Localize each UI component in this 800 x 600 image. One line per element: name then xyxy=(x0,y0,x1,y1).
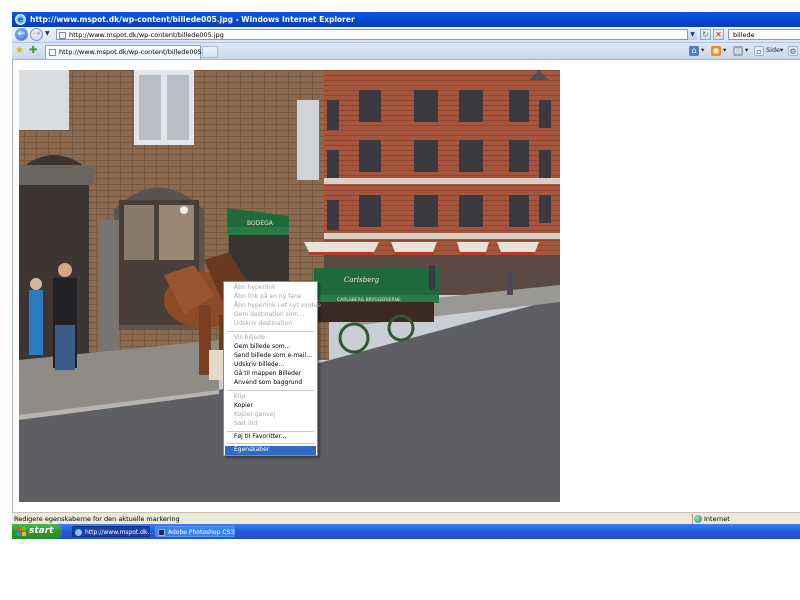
carlsberg-sign-text: Carlsberg xyxy=(344,276,380,284)
menu-item-print-target[interactable]: Udskriv destination xyxy=(225,320,316,329)
add-favorite-icon[interactable]: ✚ xyxy=(29,45,37,56)
search-input[interactable]: billede xyxy=(728,29,800,40)
start-label: start xyxy=(29,526,54,536)
page-dropdown-icon[interactable]: ▾ xyxy=(780,46,783,54)
menu-item-copy[interactable]: Kopier xyxy=(225,402,316,411)
new-tab-button[interactable] xyxy=(202,46,218,58)
menu-item-copy-shortcut[interactable]: Kopier genvej xyxy=(225,411,316,420)
internet-explorer-icon xyxy=(75,529,82,536)
navigation-bar: ← → ▼ http://www.mspot.dk/wp-content/bil… xyxy=(12,27,800,43)
browser-tab[interactable]: http://www.mspot.dk/wp-content/billede00… xyxy=(45,45,214,59)
menu-item-email-picture[interactable]: Send billede som e-mail... xyxy=(225,352,316,361)
favorites-star-icon[interactable]: ★ xyxy=(15,45,24,56)
window-title: http://www.mspot.dk/wp-content/billede00… xyxy=(30,15,355,24)
tab-bar: ★ ✚ http://www.mspot.dk/wp-content/bille… xyxy=(12,43,800,60)
forward-button[interactable]: → xyxy=(30,28,43,41)
address-url[interactable]: http://www.mspot.dk/wp-content/billede00… xyxy=(69,31,224,39)
page-menu-label[interactable]: Side xyxy=(766,46,780,54)
refresh-icon[interactable]: ↻ xyxy=(700,29,711,40)
menu-separator xyxy=(227,331,314,332)
home-dropdown-icon[interactable]: ▾ xyxy=(701,46,704,54)
page-icon xyxy=(59,32,66,39)
tab-title: http://www.mspot.dk/wp-content/billede00… xyxy=(59,48,214,56)
page-menu-icon[interactable]: ▫ xyxy=(754,46,764,56)
taskbar-item-photoshop[interactable]: Adobe Photoshop CS3 xyxy=(155,526,235,537)
menu-item-print-picture[interactable]: Udskriv billede... xyxy=(225,361,316,370)
menu-item-properties[interactable]: Egenskaber xyxy=(225,446,316,455)
history-dropdown-icon[interactable]: ▼ xyxy=(45,30,50,37)
security-zone-label[interactable]: Internet xyxy=(704,515,730,523)
tab-page-icon xyxy=(49,49,56,56)
menu-item-save-target-as[interactable]: Gem destination som... xyxy=(225,311,316,320)
taskbar-item-internet-explorer[interactable]: http://www.mspot.dk... xyxy=(72,526,154,537)
taskbar: start http://www.mspot.dk... Adobe Photo… xyxy=(12,524,800,539)
search-query[interactable]: billede xyxy=(733,31,755,39)
page-content: BODEGA Carlsberg CARLSBERG BRYGGERIERNE xyxy=(12,60,800,512)
menu-item-show-picture[interactable]: Vis billede xyxy=(225,334,316,343)
menu-item-open-hyperlink[interactable]: Åbn hyperlink xyxy=(225,284,316,293)
menu-item-paste[interactable]: Sæt ind xyxy=(225,420,316,429)
menu-item-go-to-pictures[interactable]: Gå til mappen Billeder xyxy=(225,370,316,379)
windows-logo-icon xyxy=(17,527,26,536)
tools-icon[interactable]: ⚙ xyxy=(788,46,798,56)
taskbar-item-label: http://www.mspot.dk... xyxy=(85,529,154,536)
menu-item-cut[interactable]: Klip xyxy=(225,393,316,402)
bodega-sign-text: BODEGA xyxy=(247,220,274,227)
print-icon[interactable]: ▤ xyxy=(733,46,743,56)
print-dropdown-icon[interactable]: ▾ xyxy=(745,46,748,54)
status-divider xyxy=(692,514,693,524)
stop-icon[interactable]: ✕ xyxy=(713,29,724,40)
status-message: Redigere egenskaberne for den aktuelle m… xyxy=(14,515,180,523)
context-menu: Åbn hyperlink Åbn link på en ny fane Åbn… xyxy=(223,281,321,456)
menu-item-save-picture-as[interactable]: Gem billede som... xyxy=(225,343,316,352)
status-bar: Redigere egenskaberne for den aktuelle m… xyxy=(12,512,800,524)
desktop-screen: e http://www.mspot.dk/wp-content/billede… xyxy=(0,0,800,600)
menu-separator xyxy=(227,443,314,444)
address-bar[interactable]: http://www.mspot.dk/wp-content/billede00… xyxy=(56,29,697,40)
menu-item-open-link-new-tab[interactable]: Åbn link på en ny fane xyxy=(225,293,316,302)
feeds-dropdown-icon[interactable]: ▾ xyxy=(723,46,726,54)
window-title-bar[interactable]: e http://www.mspot.dk/wp-content/billede… xyxy=(12,12,800,27)
menu-separator xyxy=(227,390,314,391)
internet-explorer-icon: e xyxy=(15,14,26,25)
start-button[interactable]: start xyxy=(12,524,62,539)
menu-separator xyxy=(227,431,314,432)
menu-item-set-as-background[interactable]: Anvend som baggrund xyxy=(225,379,316,388)
photoshop-icon xyxy=(158,529,165,536)
menu-item-open-link-new-window[interactable]: Åbn hyperlink i et nyt vindue xyxy=(225,302,321,311)
back-button[interactable]: ← xyxy=(15,28,28,41)
address-dropdown-button[interactable]: ▼ xyxy=(687,29,697,40)
home-icon[interactable]: ⌂ xyxy=(689,46,699,56)
menu-item-add-to-favorites[interactable]: Føj til Favoritter... xyxy=(225,433,316,442)
taskbar-item-label: Adobe Photoshop CS3 xyxy=(168,529,235,536)
internet-zone-icon[interactable] xyxy=(694,515,702,523)
feeds-icon[interactable]: ◉ xyxy=(711,46,721,56)
